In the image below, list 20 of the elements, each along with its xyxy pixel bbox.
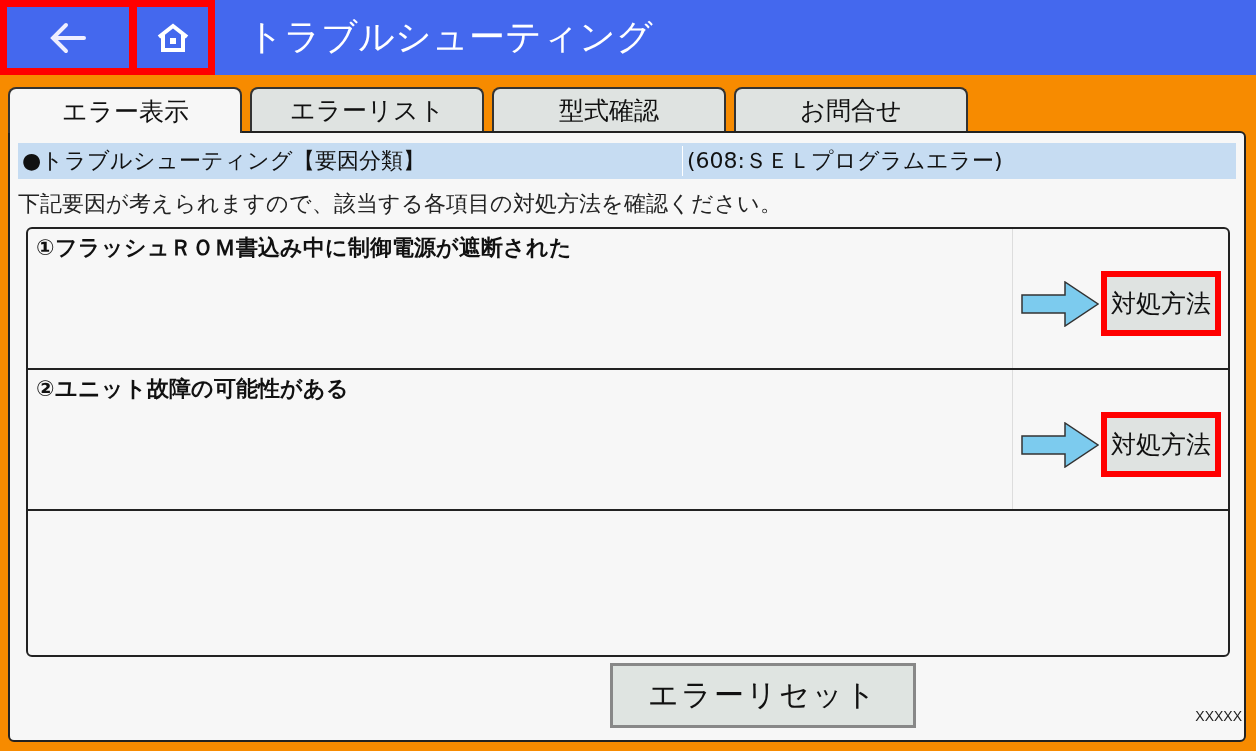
- error-reset-button[interactable]: エラーリセット: [610, 663, 916, 728]
- tab[interactable]: 型式確認: [492, 87, 726, 131]
- back-arrow-icon: [48, 20, 88, 55]
- remedy-button[interactable]: 対処方法: [1101, 412, 1221, 477]
- cause-text: ②ユニット故障の可能性がある: [28, 370, 1013, 509]
- right-arrow-icon: [1021, 421, 1099, 468]
- tab[interactable]: エラーリスト: [250, 87, 484, 131]
- error-code: (608:ＳＥＬプログラムエラー): [686, 147, 1003, 175]
- right-arrow-icon: [1021, 280, 1099, 327]
- instruction-text: 下記要因が考えられますので、該当する各項目の対処方法を確認ください。: [18, 190, 783, 218]
- back-button[interactable]: [0, 0, 133, 75]
- info-heading: ●トラブルシューティング【要因分類】: [18, 146, 683, 176]
- screen-title: トラブルシューティング: [247, 15, 653, 59]
- tab[interactable]: お問合せ: [734, 87, 968, 131]
- home-button[interactable]: [133, 0, 215, 75]
- cause-text: ①フラッシュＲＯＭ書込み中に制御電源が遮断された: [28, 229, 1013, 368]
- remedy-button[interactable]: 対処方法: [1101, 271, 1221, 336]
- tab[interactable]: エラー表示: [8, 87, 242, 133]
- footer-code: XXXXX: [1195, 708, 1242, 724]
- home-icon: [155, 22, 190, 53]
